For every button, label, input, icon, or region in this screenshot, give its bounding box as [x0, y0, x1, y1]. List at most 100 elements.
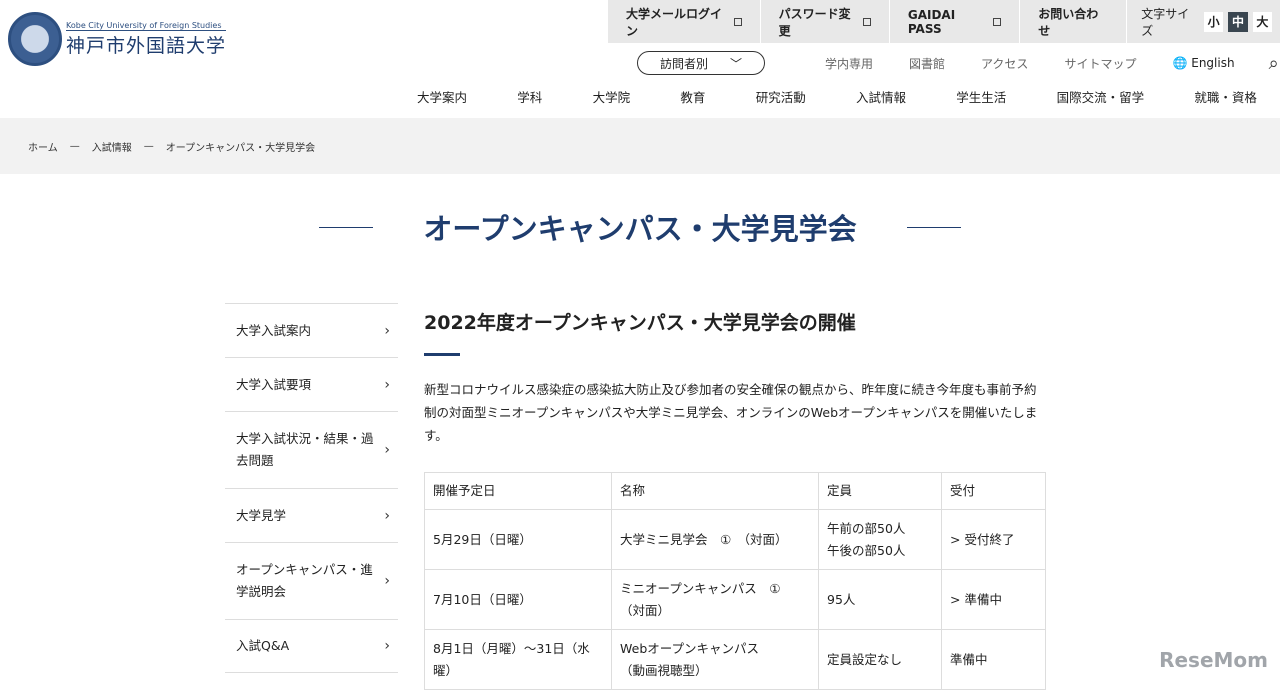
breadcrumb-home[interactable]: ホーム [28, 139, 58, 154]
font-size-small-button[interactable]: 小 [1203, 11, 1224, 32]
sidebar-label-line: 学説明会 [236, 584, 287, 599]
event-date: 7月10日（日曜） [424, 569, 612, 630]
external-link-icon [733, 17, 742, 26]
nav-item[interactable]: 研究活動 [756, 87, 806, 106]
sidebar-label: 大学入試案内 [236, 322, 312, 338]
event-capacity: 95人 [818, 569, 942, 630]
nav-item[interactable]: 入試情報 [856, 87, 906, 106]
sidebar-item[interactable]: 大学入試状況・結果・過 去問題 › [225, 411, 398, 488]
chevron-right-icon: › [384, 507, 390, 524]
sidebar-label: オープンキャンパス・進 学説明会 [236, 559, 373, 603]
table-row: 8月1日（月曜）～31日（水曜） Webオープンキャンパス （動画視聴型） 定員設… [424, 629, 1046, 690]
nav-item[interactable]: 大学案内 [417, 87, 467, 106]
external-link-icon [863, 17, 871, 26]
password-change-label: パスワード変更 [778, 6, 851, 38]
table-row: 7月10日（日曜） ミニオープンキャンパス ① （対面） 95人 > 準備中 [424, 569, 1046, 630]
nav-item[interactable]: 大学院 [593, 87, 631, 106]
event-status-link[interactable]: > 準備中 [941, 569, 1046, 630]
sidebar-label: 大学入試状況・結果・過 去問題 [236, 428, 374, 472]
english-link[interactable]: 🌐 English [1172, 56, 1234, 70]
sidebar-label-line: オープンキャンパス・進 [236, 562, 373, 577]
events-table: 開催予定日 名称 定員 受付 5月29日（日曜） 大学ミニ見学会 ① （対面） … [424, 472, 1046, 690]
event-capacity: 午前の部50人 午後の部50人 [818, 509, 942, 570]
sidebar-item[interactable]: 大学入試要項 › [225, 357, 398, 411]
library-link[interactable]: 図書館 [909, 55, 945, 72]
event-name: ミニオープンキャンパス ① （対面） [611, 569, 819, 630]
event-name-line: （動画視聴型） [620, 662, 708, 678]
capacity-line: 午前の部50人 [827, 520, 906, 536]
access-link[interactable]: アクセス [981, 55, 1028, 72]
header-capacity: 定員 [818, 472, 942, 510]
chevron-right-icon: › [384, 638, 390, 654]
heading-underline [424, 353, 460, 356]
chevron-down-icon: ﹀ [730, 56, 743, 71]
sidebar-label-line: 大学入試状況・結果・過 [236, 431, 374, 446]
contact-link[interactable]: お問い合わせ [1020, 0, 1128, 43]
breadcrumb-separator: — [69, 140, 80, 152]
nav-item[interactable]: 学科 [517, 87, 542, 106]
section-heading: 2022年度オープンキャンパス・大学見学会の開催 [424, 312, 856, 334]
search-icon[interactable]: ⌕ [1269, 53, 1279, 74]
chevron-right-icon: › [384, 442, 390, 458]
logo-japanese-name: 神戸市外国語大学 [66, 34, 227, 57]
page-title: オープンキャンパス・大学見学会 [423, 212, 857, 246]
font-size-medium-button[interactable]: 中 [1228, 11, 1248, 32]
event-name: Webオープンキャンパス （動画視聴型） [611, 629, 819, 690]
sidebar-item[interactable]: オープンキャンパス・進 学説明会 › [225, 542, 398, 619]
title-rule [906, 226, 961, 228]
event-status-link[interactable]: > 受付終了 [941, 509, 1046, 570]
mail-login-link[interactable]: 大学メールログイン [608, 0, 761, 43]
utility-bar: 大学メールログイン パスワード変更 GAIDAI PASS お問い合わせ 文字サ… [608, 0, 1280, 43]
font-size-label: 文字サイズ [1141, 6, 1190, 38]
sidebar-item[interactable]: 入試Q&A › [225, 619, 398, 673]
event-name-line: Webオープンキャンパス [620, 640, 760, 656]
table-row: 5月29日（日曜） 大学ミニ見学会 ① （対面） 午前の部50人 午後の部50人 … [424, 509, 1046, 570]
header-status: 受付 [941, 472, 1046, 510]
sidebar-label: 大学見学 [236, 507, 287, 523]
event-status: 準備中 [941, 629, 1046, 690]
event-capacity: 定員設定なし [818, 629, 942, 690]
resemom-watermark: ReseMom [1159, 648, 1268, 672]
font-size-large-button[interactable]: 大 [1252, 11, 1273, 32]
english-label: English [1191, 56, 1235, 70]
mail-login-label: 大学メールログイン [626, 6, 723, 38]
sidebar-label-line: 去問題 [236, 453, 274, 468]
chevron-right-icon: › [384, 322, 390, 339]
capacity-line: 午後の部50人 [827, 542, 906, 558]
gaidai-pass-link[interactable]: GAIDAI PASS [890, 0, 1021, 43]
main-nav: 大学案内 学科 大学院 教育 研究活動 入試情報 学生生活 国際交流・留学 就職… [417, 87, 1257, 106]
sidebar-item[interactable]: 大学見学 › [225, 488, 398, 542]
logo-english-name: Kobe City University of Foreign Studies [66, 21, 227, 31]
visitor-label: 訪問者別 [659, 56, 708, 71]
sidebar-label: 入試Q&A [236, 638, 290, 653]
contact-label: お問い合わせ [1038, 6, 1099, 38]
event-name: 大学ミニ見学会 ① （対面） [611, 509, 819, 570]
sidebar: 大学入試案内 › 大学入試要項 › 大学入試状況・結果・過 去問題 › 大学見学 › オー… [225, 303, 398, 673]
password-change-link[interactable]: パスワード変更 [761, 0, 890, 43]
nav-item[interactable]: 国際交流・留学 [1057, 87, 1145, 106]
university-seal-icon [8, 12, 62, 66]
sidebar-item[interactable]: 大学入試案内 › [225, 303, 398, 357]
sidebar-label: 大学入試要項 [236, 376, 312, 392]
gaidai-pass-label: GAIDAI PASS [907, 7, 956, 36]
globe-icon: 🌐 [1172, 56, 1188, 70]
nav-item[interactable]: 就職・資格 [1194, 87, 1257, 106]
breadcrumb-admissions[interactable]: 入試情報 [92, 139, 132, 154]
sitemap-link[interactable]: サイトマップ [1064, 55, 1136, 72]
event-name-line: （対面） [620, 602, 671, 618]
event-date: 8月1日（月曜）～31日（水曜） [424, 629, 612, 690]
breadcrumb: ホーム — 入試情報 — オープンキャンパス・大学見学会 [0, 118, 1280, 174]
event-name-line: 大学ミニ見学会 ① （対面） [620, 531, 788, 547]
external-link-icon [993, 17, 1002, 26]
breadcrumb-current: オープンキャンパス・大学見学会 [165, 142, 316, 154]
intro-text: 新型コロナウイルス感染症の感染拡大防止及び参加者の安全確保の観点から、昨年度に続… [424, 382, 1038, 443]
table-header-row: 開催予定日 名称 定員 受付 [424, 472, 1046, 510]
nav-item[interactable]: 学生生活 [956, 87, 1006, 106]
event-date: 5月29日（日曜） [424, 509, 612, 570]
visitor-dropdown[interactable]: 訪問者別 ﹀ [637, 51, 765, 75]
main-content: 2022年度オープンキャンパス・大学見学会の開催 新型コロナウイルス感染症の感染… [424, 308, 1046, 690]
chevron-right-icon: › [384, 376, 390, 393]
university-logo[interactable]: Kobe City University of Foreign Studies … [8, 12, 227, 66]
nav-item[interactable]: 教育 [680, 87, 705, 106]
internal-link[interactable]: 学内専用 [825, 55, 873, 72]
